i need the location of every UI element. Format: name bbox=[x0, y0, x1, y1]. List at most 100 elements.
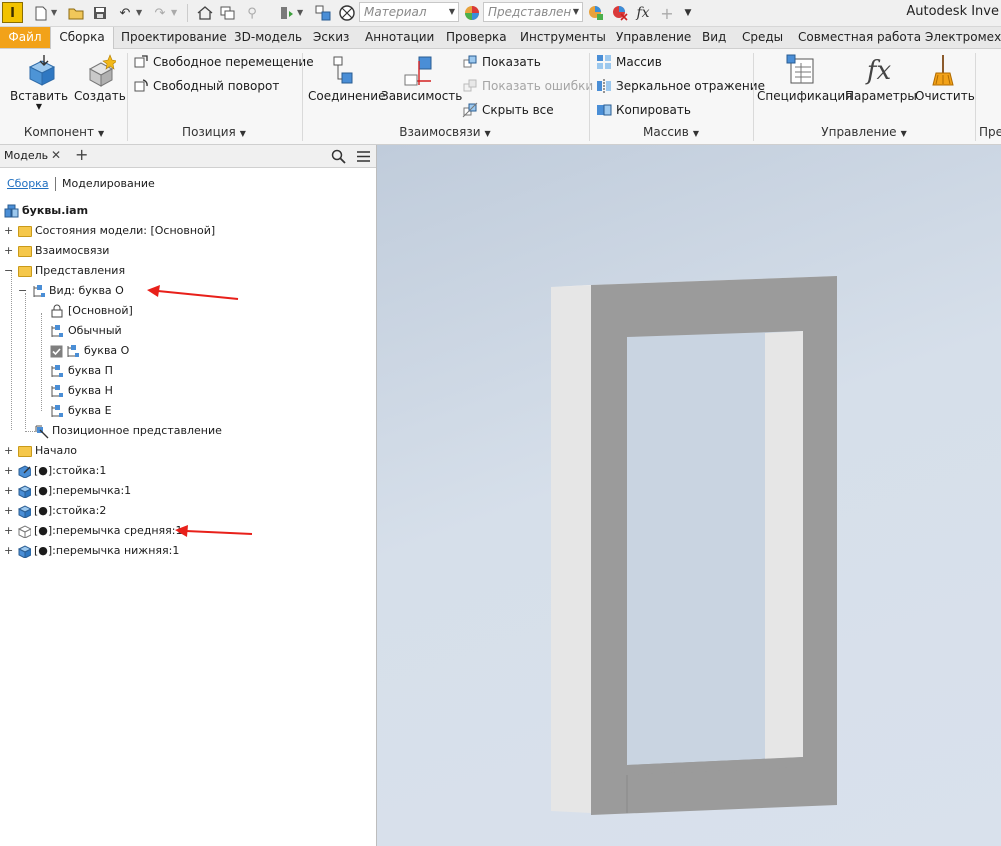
tree-item-origin[interactable]: + Начало bbox=[4, 441, 77, 461]
tree-item-representations[interactable]: − Представления bbox=[4, 261, 125, 281]
material-combo[interactable]: Материал ▼ bbox=[359, 2, 459, 22]
expand-icon[interactable]: + bbox=[4, 461, 13, 481]
tab-collaborate[interactable]: Совместная работа bbox=[798, 27, 921, 48]
free-rotate-icon bbox=[134, 79, 148, 92]
undo-icon[interactable]: ↶ bbox=[115, 3, 135, 23]
free-move-button[interactable]: Свободное перемещение bbox=[133, 52, 314, 72]
hide-all-button[interactable]: Скрыть все bbox=[462, 100, 554, 120]
measure-icon[interactable] bbox=[313, 3, 333, 23]
tree-item-crossbar-bottom[interactable]: + [●]:перемычка нижняя:1 bbox=[4, 541, 179, 561]
plus-icon[interactable]: + bbox=[657, 3, 677, 23]
tab-manage[interactable]: Управление bbox=[616, 27, 691, 48]
tree-item-post-1[interactable]: + [●]:стойка:1 bbox=[4, 461, 106, 481]
expand-icon[interactable]: + bbox=[4, 241, 13, 261]
add-tab-icon[interactable]: + bbox=[75, 145, 88, 164]
tab-tools[interactable]: Инструменты bbox=[520, 27, 606, 48]
checkmark-icon bbox=[50, 345, 63, 357]
tree-label: буква Н bbox=[68, 384, 113, 397]
tree-item-root[interactable]: буквы.iam bbox=[4, 201, 88, 221]
redo-icon[interactable]: ↷ bbox=[150, 3, 170, 23]
expand-icon[interactable]: + bbox=[4, 221, 13, 241]
tab-design[interactable]: Проектирование bbox=[121, 27, 227, 48]
search-icon[interactable] bbox=[331, 149, 346, 164]
tab-3d-model[interactable]: 3D-модель bbox=[234, 27, 302, 48]
tab-view[interactable]: Вид bbox=[702, 27, 726, 48]
panel-title-pattern[interactable]: Массив ▼ bbox=[590, 123, 752, 141]
expand-icon[interactable]: + bbox=[4, 441, 13, 461]
expand-icon[interactable]: + bbox=[4, 521, 13, 541]
copy-button[interactable]: Копировать bbox=[596, 100, 691, 120]
appearance-combo[interactable]: Представлен ▼ bbox=[483, 2, 583, 22]
visual-style-icon[interactable] bbox=[337, 3, 357, 23]
windows-icon[interactable] bbox=[218, 3, 238, 23]
tree-item-view-letter-e[interactable]: буква Е bbox=[50, 401, 112, 421]
expand-icon[interactable]: + bbox=[4, 541, 13, 561]
panel-title-manage[interactable]: Управление ▼ bbox=[754, 123, 974, 141]
tree-label: Обычный bbox=[68, 324, 122, 337]
mode-modeling-link[interactable]: Моделирование bbox=[62, 177, 155, 190]
menu-icon[interactable] bbox=[356, 150, 371, 163]
tree-item-view-letter-o[interactable]: буква О bbox=[50, 341, 129, 361]
copy-icon bbox=[597, 104, 612, 116]
new-dropdown-icon[interactable]: ▼ bbox=[51, 4, 60, 20]
expand-icon[interactable]: + bbox=[4, 481, 13, 501]
new-file-icon[interactable] bbox=[31, 3, 51, 23]
tree-item-crossbar-1[interactable]: + [●]:перемычка:1 bbox=[4, 481, 131, 501]
tab-assembly[interactable]: Сборка bbox=[50, 27, 114, 49]
tree-connector bbox=[11, 270, 12, 430]
free-rotate-button[interactable]: Свободный поворот bbox=[133, 76, 279, 96]
create-button[interactable]: Создать bbox=[74, 53, 126, 103]
update-icon[interactable] bbox=[277, 3, 297, 23]
tree-item-default-view[interactable]: Обычный bbox=[50, 321, 122, 341]
show-sick-button[interactable]: Показать ошибки bbox=[462, 76, 593, 96]
tab-annotate[interactable]: Аннотации bbox=[365, 27, 434, 48]
expand-icon[interactable]: + bbox=[4, 501, 13, 521]
constrain-button[interactable]: Зависимость bbox=[381, 53, 462, 103]
tree-item-view-letter-p[interactable]: буква П bbox=[50, 361, 113, 381]
mirror-button[interactable]: Зеркальное отражение bbox=[596, 76, 765, 96]
panel-title-component[interactable]: Компонент ▼ bbox=[4, 123, 124, 141]
tree-item-post-2[interactable]: + [●]:стойка:2 bbox=[4, 501, 106, 521]
tab-electromechanical[interactable]: Электромеханика bbox=[925, 27, 1001, 48]
clear-appearance-icon[interactable] bbox=[610, 3, 630, 23]
collapse-icon[interactable]: − bbox=[4, 261, 13, 281]
browser-tab-model[interactable]: Модель bbox=[4, 149, 48, 162]
tree-item-model-states[interactable]: + Состояния модели: [Основной] bbox=[4, 221, 215, 241]
panel-title-next[interactable]: Пре bbox=[979, 123, 1001, 141]
fx-icon[interactable]: fx bbox=[633, 3, 653, 23]
tree-item-master-view[interactable]: [Основной] bbox=[50, 301, 133, 321]
joint-button[interactable]: Соединение bbox=[308, 53, 385, 103]
home-icon[interactable] bbox=[195, 3, 215, 23]
tab-sketch[interactable]: Эскиз bbox=[313, 27, 349, 48]
tab-environments[interactable]: Среды bbox=[742, 27, 783, 48]
bom-button[interactable]: Спецификация bbox=[757, 53, 852, 103]
tree-item-relationships[interactable]: + Взаимосвязи bbox=[4, 241, 109, 261]
tab-inspect[interactable]: Проверка bbox=[446, 27, 507, 48]
update-dropdown-icon[interactable]: ▼ bbox=[297, 4, 306, 20]
customize-qat-icon[interactable]: ▼ bbox=[678, 3, 698, 23]
tab-file[interactable]: Файл bbox=[0, 27, 50, 48]
purge-button[interactable]: Очистить bbox=[915, 53, 975, 103]
close-icon[interactable]: ✕ bbox=[51, 148, 61, 162]
redo-dropdown-icon[interactable]: ▼ bbox=[171, 4, 180, 20]
select-filter-icon[interactable]: ⚲ bbox=[242, 3, 262, 23]
graphics-viewport[interactable] bbox=[377, 145, 1001, 846]
collapse-icon[interactable]: − bbox=[18, 281, 27, 301]
undo-dropdown-icon[interactable]: ▼ bbox=[136, 4, 145, 20]
adjust-appearance-icon[interactable] bbox=[586, 3, 606, 23]
app-logo-icon[interactable]: I bbox=[2, 2, 23, 23]
open-folder-icon[interactable] bbox=[66, 3, 86, 23]
mode-assembly-link[interactable]: Сборка bbox=[7, 177, 49, 190]
tree-item-view-rep[interactable]: − Вид: буква О bbox=[18, 281, 124, 301]
save-icon[interactable] bbox=[90, 3, 110, 23]
tree-item-positional-rep[interactable]: Позиционное представление bbox=[34, 421, 222, 441]
tree-item-crossbar-middle[interactable]: + [●]:перемычка средняя:1 bbox=[4, 521, 183, 541]
tree-label: буква Е bbox=[68, 404, 112, 417]
tree-item-view-letter-n[interactable]: буква Н bbox=[50, 381, 113, 401]
parameters-button[interactable]: fx Параметры bbox=[845, 53, 917, 103]
panel-title-position[interactable]: Позиция ▼ bbox=[128, 123, 300, 141]
show-button[interactable]: Показать bbox=[462, 52, 541, 72]
panel-title-relationships[interactable]: Взаимосвязи ▼ bbox=[303, 123, 587, 141]
insert-button[interactable]: Вставить ▼ bbox=[10, 53, 68, 111]
pattern-button[interactable]: Массив bbox=[596, 52, 662, 72]
